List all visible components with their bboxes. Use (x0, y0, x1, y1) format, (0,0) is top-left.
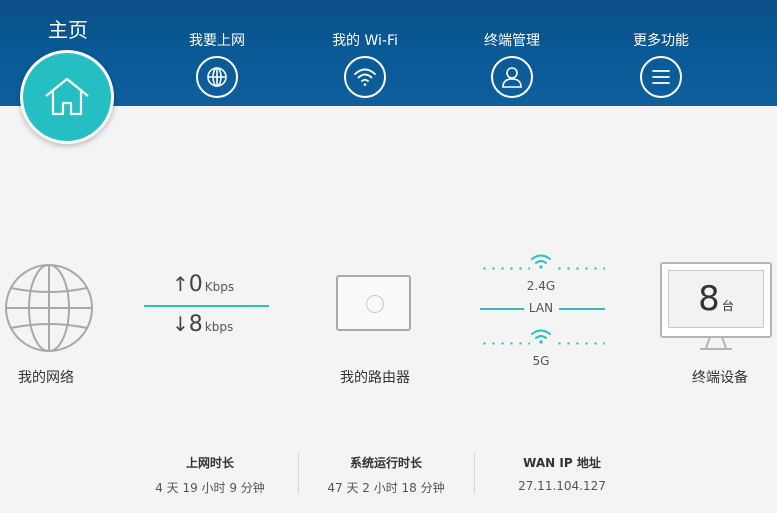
speed-divider (144, 305, 269, 307)
online-duration-value: 4 天 19 小时 9 分钟 (155, 481, 265, 495)
nav-internet-label: 我要上网 (189, 33, 245, 49)
download-unit: kbps (204, 320, 234, 334)
devices-label: 终端设备 (692, 370, 748, 386)
download-value: 8 (188, 312, 203, 337)
online-duration: 上网时长 4 天 19 小时 9 分钟 (122, 454, 298, 496)
nav-wifi-label: 我的 Wi-Fi (332, 33, 398, 49)
device-count-screen: 8台 (668, 270, 764, 328)
down-arrow-icon: ↓ (172, 312, 189, 336)
network-globe-icon[interactable] (3, 262, 95, 354)
nav-more[interactable]: 更多功能 (601, 30, 721, 98)
home-button[interactable] (20, 50, 114, 144)
nav-devices-label: 终端管理 (484, 33, 540, 49)
band-5-dots-right (555, 342, 605, 345)
globe-icon (196, 56, 238, 98)
band-24-dots-left (480, 267, 530, 270)
system-uptime-value: 47 天 2 小时 18 分钟 (327, 481, 445, 495)
top-nav-bar: 主页 我要上网 我的 Wi-Fi 终端管理 更多功能 (0, 0, 777, 106)
device-count-unit: 台 (721, 299, 734, 313)
network-label: 我的网络 (18, 370, 74, 386)
band-5-label: 5G (532, 354, 550, 368)
system-uptime-title: 系统运行时长 (349, 456, 422, 470)
menu-icon (640, 56, 682, 98)
nav-devices[interactable]: 终端管理 (452, 30, 572, 98)
wan-ip: WAN IP 地址 27.11.104.127 (474, 454, 650, 493)
nav-wifi[interactable]: 我的 Wi-Fi (305, 30, 425, 98)
home-label: 主页 (48, 18, 88, 42)
lan-line-right (559, 308, 605, 310)
router-logo-icon (366, 295, 384, 313)
up-arrow-icon: ↑ (172, 272, 189, 296)
router-icon[interactable] (336, 275, 411, 331)
wifi-icon (344, 56, 386, 98)
system-uptime: 系统运行时长 47 天 2 小时 18 分钟 (298, 454, 474, 496)
upload-value: 0 (188, 272, 203, 297)
monitor-stand-icon (700, 337, 732, 350)
user-icon (491, 56, 533, 98)
home-icon (45, 77, 89, 116)
upload-speed: ↑0 Kbps (172, 272, 234, 297)
wifi-24-icon (531, 254, 551, 269)
band-24-dots-right (555, 267, 605, 270)
router-label: 我的路由器 (340, 370, 410, 386)
devices-monitor[interactable]: 8台 (660, 262, 772, 338)
upload-unit: Kbps (204, 280, 235, 294)
device-count: 8 (698, 279, 720, 319)
download-speed: ↓8 kbps (172, 312, 233, 337)
band-5-dots-left (480, 342, 530, 345)
nav-more-label: 更多功能 (633, 33, 689, 49)
wan-ip-title: WAN IP 地址 (523, 456, 601, 470)
online-duration-title: 上网时长 (185, 456, 234, 470)
wan-ip-value: 27.11.104.127 (518, 479, 606, 493)
band-24-label: 2.4G (526, 279, 556, 293)
wifi-5g-icon (531, 329, 551, 344)
nav-internet[interactable]: 我要上网 (157, 30, 277, 98)
